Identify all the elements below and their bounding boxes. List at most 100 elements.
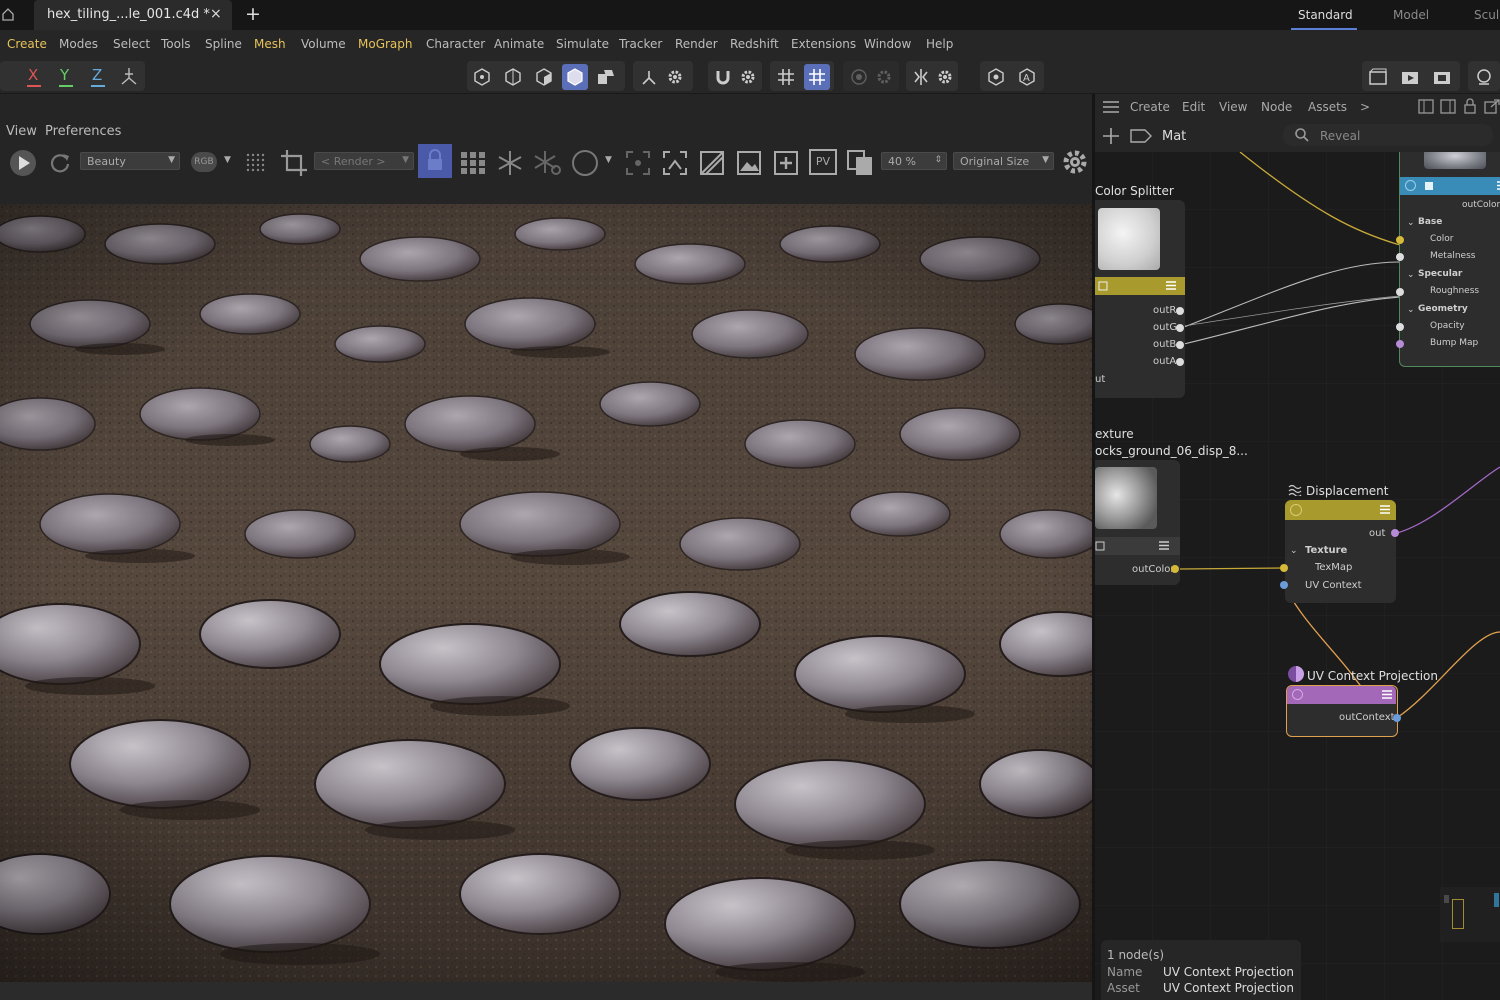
menu-mesh[interactable]: Mesh xyxy=(254,37,286,51)
play-icon[interactable] xyxy=(9,149,37,177)
node-menu-icon[interactable] xyxy=(1496,180,1500,191)
snap-magnet-icon[interactable] xyxy=(710,64,736,90)
viewer-menu-view[interactable]: View xyxy=(6,124,37,139)
chevron-down-icon[interactable]: ▼ xyxy=(224,155,231,165)
port-outColor-socket[interactable] xyxy=(1171,565,1179,573)
snowflake-icon[interactable] xyxy=(496,149,524,177)
uv-projection-node[interactable]: outContext xyxy=(1286,685,1401,737)
axis-settings-gear-icon[interactable] xyxy=(662,64,688,90)
node-menu-view[interactable]: View xyxy=(1219,100,1247,114)
size-dropdown[interactable]: Original Size ▼ xyxy=(953,152,1054,170)
menu-create[interactable]: Create xyxy=(7,37,47,51)
node-menu-node[interactable]: Node xyxy=(1261,100,1292,114)
menu-select[interactable]: Select xyxy=(113,37,150,51)
chevron-down-icon[interactable]: ▼ xyxy=(605,155,612,165)
tile-grid-icon[interactable] xyxy=(459,150,487,176)
color-splitter-node[interactable]: outR outG outB outA ut xyxy=(1095,200,1185,398)
render-picture-viewer-icon[interactable] xyxy=(1397,64,1423,90)
menu-spline[interactable]: Spline xyxy=(205,37,242,51)
auto-mode-icon[interactable]: A xyxy=(1014,64,1040,90)
picture-viewer-button[interactable]: PV xyxy=(809,149,837,175)
port-outContext-socket[interactable] xyxy=(1393,714,1401,722)
port-outB-socket[interactable] xyxy=(1176,341,1184,349)
port-bump-map-socket[interactable] xyxy=(1396,340,1404,348)
edges-mode-icon[interactable] xyxy=(531,64,557,90)
tweak-mode-icon[interactable] xyxy=(983,64,1009,90)
render-viewport[interactable] xyxy=(0,204,1092,982)
port-texmap-socket[interactable] xyxy=(1280,564,1288,572)
render-settings-icon[interactable] xyxy=(1429,64,1455,90)
add-tab-icon[interactable]: + xyxy=(245,3,261,25)
texture-node[interactable]: outColor xyxy=(1095,460,1180,585)
chevron-down-icon[interactable]: ⌄ xyxy=(1407,305,1415,315)
panel-right-icon[interactable] xyxy=(1440,99,1456,114)
layout-tab-standard[interactable]: Standard xyxy=(1298,8,1353,22)
menu-mograph[interactable]: MoGraph xyxy=(358,37,413,51)
menu-help[interactable]: Help xyxy=(926,37,953,51)
material-node[interactable]: outColor ⌄ Base Color Metalness ⌄ Specul… xyxy=(1396,152,1500,367)
symmetry-icon[interactable] xyxy=(908,64,934,90)
copy-icon[interactable] xyxy=(845,148,875,178)
y-axis-toggle[interactable]: Y xyxy=(60,66,69,84)
menu-modes[interactable]: Modes xyxy=(59,37,98,51)
aov-dropdown[interactable]: Beauty ▼ xyxy=(80,152,180,170)
node-menu-icon[interactable] xyxy=(1379,504,1391,515)
port-color-socket[interactable] xyxy=(1396,236,1404,244)
layout-tab-model[interactable]: Model xyxy=(1393,8,1429,22)
coordinate-system-icon[interactable] xyxy=(119,66,139,86)
model-mode-icon[interactable] xyxy=(469,64,495,90)
refresh-icon[interactable] xyxy=(48,150,72,174)
solo-icon[interactable] xyxy=(846,64,872,90)
x-axis-toggle[interactable]: X xyxy=(28,66,38,84)
symmetry-settings-gear-icon[interactable] xyxy=(932,64,958,90)
render-view-icon[interactable] xyxy=(1365,64,1391,90)
chevron-down-icon[interactable]: ⌄ xyxy=(1407,270,1415,280)
port-outR-socket[interactable] xyxy=(1176,307,1184,315)
dotted-grid-icon[interactable] xyxy=(244,151,268,175)
displacement-node[interactable]: out ⌄ Texture TexMap UV Context xyxy=(1280,500,1399,603)
menu-volume[interactable]: Volume xyxy=(301,37,346,51)
chevron-down-icon[interactable]: ⌄ xyxy=(1407,218,1415,228)
menu-tools[interactable]: Tools xyxy=(161,37,191,51)
add-snapshot-icon[interactable] xyxy=(772,149,800,177)
interactive-render-icon[interactable] xyxy=(1471,64,1497,90)
chevron-down-icon[interactable]: ⌄ xyxy=(1290,546,1298,556)
menu-tracker[interactable]: Tracker xyxy=(619,37,662,51)
polygons-mode-icon[interactable] xyxy=(562,64,588,90)
render-region-dropdown[interactable]: < Render > ▼ xyxy=(314,152,414,170)
snowflake-settings-icon[interactable] xyxy=(533,149,563,177)
solo-settings-gear-icon[interactable] xyxy=(871,64,897,90)
document-tab[interactable]: hex_tiling_...le_001.c4d * × xyxy=(34,0,232,30)
menu-extensions[interactable]: Extensions xyxy=(791,37,856,51)
node-menu-icon[interactable] xyxy=(1381,689,1393,700)
z-axis-toggle[interactable]: Z xyxy=(92,66,102,84)
port-uv-context-socket[interactable] xyxy=(1280,581,1288,589)
uv-mode-icon[interactable] xyxy=(593,64,619,90)
port-opacity-socket[interactable] xyxy=(1396,323,1404,331)
menu-redshift[interactable]: Redshift xyxy=(730,37,779,51)
add-node-icon[interactable] xyxy=(1102,127,1120,145)
menu-render[interactable]: Render xyxy=(675,37,718,51)
port-roughness-socket[interactable] xyxy=(1396,288,1404,296)
crop-icon[interactable] xyxy=(279,148,309,178)
port-metalness-socket[interactable] xyxy=(1396,253,1404,261)
menu-animate[interactable]: Animate xyxy=(494,37,544,51)
hamburger-icon[interactable] xyxy=(1103,100,1119,114)
panel-left-icon[interactable] xyxy=(1418,99,1434,114)
port-outA-socket[interactable] xyxy=(1176,358,1184,366)
compare-icon[interactable] xyxy=(698,149,726,177)
node-bypass-icon[interactable] xyxy=(1292,689,1303,700)
layout-tab-sculpt[interactable]: Scul xyxy=(1474,8,1499,22)
node-menu-more[interactable]: > xyxy=(1360,100,1370,114)
node-menu-assets[interactable]: Assets xyxy=(1308,100,1347,114)
menu-character[interactable]: Character xyxy=(426,37,485,51)
points-mode-icon[interactable] xyxy=(500,64,526,90)
port-out-socket[interactable] xyxy=(1391,529,1399,537)
node-minimap[interactable] xyxy=(1440,887,1500,942)
grid-icon[interactable] xyxy=(773,64,799,90)
node-menu-icon[interactable] xyxy=(1158,540,1170,551)
node-menu-edit[interactable]: Edit xyxy=(1182,100,1205,114)
node-editor-canvas[interactable]: Color Splitter outR outG outB outA ut ex… xyxy=(1095,152,1500,1000)
fit-icon[interactable] xyxy=(661,149,689,177)
lock-icon[interactable] xyxy=(418,144,452,178)
